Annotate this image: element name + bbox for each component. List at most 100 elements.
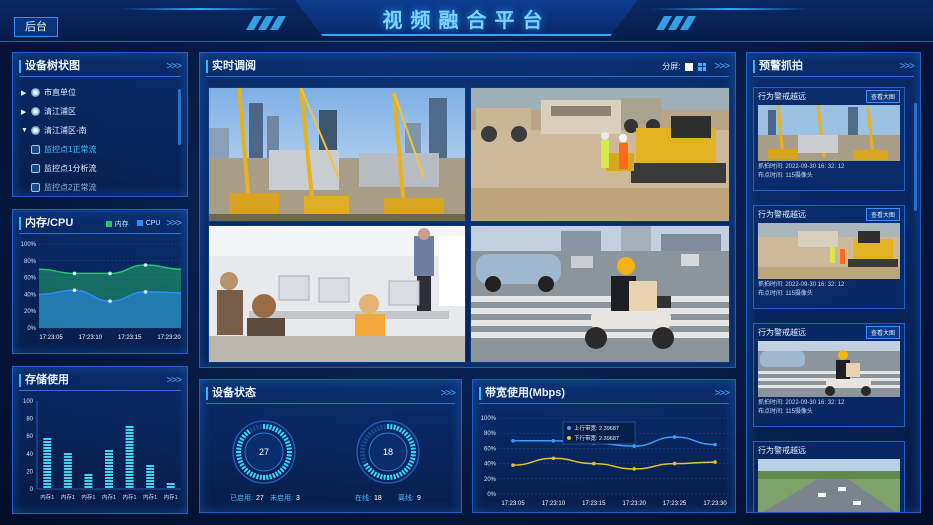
x-tick-label: 内存1 xyxy=(81,493,95,501)
chevron-icon[interactable]: >>> xyxy=(440,388,456,399)
tree-node[interactable]: ▶ 清江浦区 xyxy=(21,102,173,121)
caret-down-icon[interactable]: ▼ xyxy=(21,127,31,134)
single-screen-icon[interactable] xyxy=(685,62,694,71)
gauge-value: 27 xyxy=(259,447,269,457)
tree-node-label: 清江浦区 xyxy=(44,107,76,116)
y-tick-label: 0 xyxy=(30,487,34,493)
tree-node-camera[interactable]: 监控点1正常流 xyxy=(21,140,173,159)
header-deco-line xyxy=(120,8,280,10)
panel-header: 实时调阅 分屏: >>> xyxy=(206,57,730,77)
chart-legend: 内存 CPU xyxy=(105,219,160,229)
gauge-tick xyxy=(285,443,292,448)
tree-node-label: 监控点1分析流 xyxy=(44,164,97,173)
bar-segment xyxy=(105,474,113,476)
view-large-button[interactable]: 查看大图 xyxy=(865,89,900,103)
gauge-tick xyxy=(405,465,411,470)
gauge-tick xyxy=(277,469,282,475)
x-tick-label: 17:23:10 xyxy=(542,501,566,507)
chevron-icon[interactable]: >>> xyxy=(166,61,182,72)
bar-segment xyxy=(43,465,52,467)
alarm-snapshot[interactable] xyxy=(758,105,900,161)
tree-node[interactable]: ▼ 清江浦区-南 xyxy=(21,121,173,140)
chevron-icon[interactable]: >>> xyxy=(714,61,730,72)
gauge-tick xyxy=(284,459,291,464)
bar-segment xyxy=(84,486,93,488)
x-tick-label: 内存1 xyxy=(164,493,178,501)
gauge-tick xyxy=(383,474,386,480)
bar-segment xyxy=(43,444,52,446)
video-feed-street[interactable] xyxy=(470,225,730,363)
back-button[interactable]: 后台 xyxy=(14,17,58,37)
tooltip-marker xyxy=(567,426,571,430)
gauge-tick xyxy=(392,424,397,431)
panel-header: 预警抓拍 >>> xyxy=(753,57,915,77)
gauge-tick xyxy=(398,471,403,477)
scrollbar[interactable] xyxy=(914,103,917,211)
gauge-tick xyxy=(277,429,282,435)
quad-screen-icon[interactable] xyxy=(698,62,707,71)
view-large-button[interactable]: 查看大图 xyxy=(865,325,900,339)
alarm-snapshot[interactable] xyxy=(758,341,900,397)
alarm-location: 布点时间: 115摄像头 xyxy=(758,409,813,415)
bar-segment xyxy=(146,486,155,488)
gauge-tick xyxy=(408,459,415,464)
alarm-card[interactable]: 行为警戒越远 查看大图 抓拍时间: 2022-09-30 16: 32: 12 … xyxy=(753,205,905,309)
chevron-icon[interactable]: >>> xyxy=(166,218,182,229)
gauge-tick xyxy=(407,437,413,442)
gauge-tick xyxy=(283,462,289,467)
gauge-tick xyxy=(283,437,289,442)
tree-node-camera[interactable]: 监控点2正常流 xyxy=(21,178,173,197)
bar-segment xyxy=(43,462,52,464)
chevron-icon[interactable]: >>> xyxy=(166,375,182,386)
gauge-tick xyxy=(407,462,413,467)
gauge-tick xyxy=(252,472,257,479)
data-point xyxy=(713,442,717,447)
bar-segment xyxy=(146,465,155,467)
data-point xyxy=(551,456,556,461)
gauge-tick xyxy=(401,429,406,435)
bar-segment xyxy=(84,474,93,476)
video-feed-construction[interactable] xyxy=(208,87,466,222)
alarm-meta: 抓拍时间: 2022-09-30 16: 32: 12 布点时间: 115摄像头 xyxy=(758,399,844,417)
scrollbar[interactable] xyxy=(178,89,181,145)
gauge-tick xyxy=(363,462,369,467)
gauge-tick xyxy=(379,424,384,431)
gauge-tick xyxy=(236,454,242,457)
bar-segment xyxy=(125,483,134,485)
bar-segment xyxy=(125,438,134,440)
panel-header: 设备树状图 >>> xyxy=(19,57,182,77)
mem-cpu-chart: 100% 80% 60% 40% 20% 0%17:23:05 17:23:10 17:23:… xyxy=(21,242,182,341)
chevron-icon[interactable]: >>> xyxy=(714,388,730,399)
caret-right-icon[interactable]: ▶ xyxy=(21,89,31,97)
bar-segment xyxy=(43,468,52,470)
tree-node[interactable]: ▶ 市直单位 xyxy=(21,83,173,102)
gauge-tick xyxy=(367,467,373,473)
panel-title: 设备树状图 xyxy=(19,60,80,73)
gauge-tick xyxy=(408,440,415,445)
data-point xyxy=(72,288,77,292)
x-tick-label: 17:23:05 xyxy=(501,501,525,507)
chevron-icon[interactable]: >>> xyxy=(899,61,915,72)
alarm-card-header: 行为警戒越远 查看大图 xyxy=(754,88,904,104)
gauge-tick xyxy=(376,425,381,432)
alarm-card[interactable]: 行为警戒越远 查看大图 抓拍时间: 2022-09-30 16: 32: 12 … xyxy=(753,87,905,191)
alarm-meta: 抓拍时间: 2022-09-30 16: 32: 12 布点时间: 115摄像头 xyxy=(758,281,844,299)
bar-segment xyxy=(43,480,52,482)
alarm-snapshot[interactable] xyxy=(758,223,900,279)
bar-segment xyxy=(105,483,113,485)
caret-right-icon[interactable]: ▶ xyxy=(21,108,31,116)
alarm-card[interactable]: 行为警戒越远 查看大图 抓拍时间: 2022-09-30 16: 32: 12 … xyxy=(753,323,905,427)
gauge-tick xyxy=(373,427,378,433)
alarm-snapshot[interactable] xyxy=(758,459,900,512)
bar-segment xyxy=(125,432,134,434)
tree-node-camera[interactable]: 监控点1分析流 xyxy=(21,159,173,178)
gauge-tick xyxy=(360,456,367,461)
bar-segment xyxy=(105,468,113,470)
x-tick-label: 17:23:25 xyxy=(663,501,687,507)
video-feed-classroom[interactable] xyxy=(208,225,466,363)
alarm-panel: 预警抓拍 >>> 行为警戒越远 查看大图 抓拍时间: 2022-09-30 16… xyxy=(746,52,921,513)
video-feed-site[interactable] xyxy=(470,87,730,222)
alarm-card[interactable]: 行为警戒越远 xyxy=(753,441,905,512)
view-large-button[interactable]: 查看大图 xyxy=(865,207,900,221)
y-tick-label: 100% xyxy=(21,242,37,248)
